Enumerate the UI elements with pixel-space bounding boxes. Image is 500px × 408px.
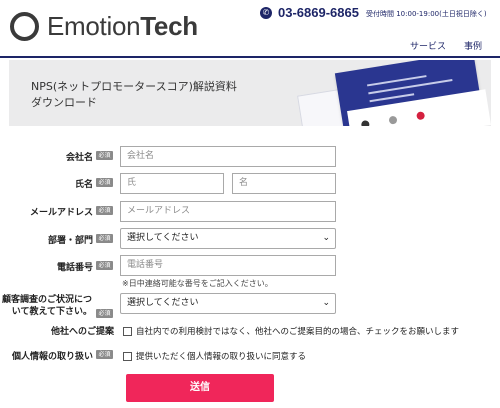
privacy-checkbox[interactable]	[123, 351, 132, 361]
required-badge: 必須	[96, 350, 113, 359]
other-proposal-label: 他社へのご提案	[50, 327, 114, 337]
privacy-text: 提供いただく個人情報の取り扱いに同意する	[136, 352, 307, 362]
required-badge: 必須	[96, 206, 113, 215]
phone-number: 03-6869-6865	[278, 5, 359, 20]
other-proposal-checkbox-row[interactable]: 自社内での利用検討ではなく、他社へのご提案目的の場合、チェックをお願いします	[123, 325, 459, 337]
header-divider	[0, 56, 500, 58]
chevron-down-icon: ⌄	[322, 298, 330, 308]
phone-label: 電話番号	[56, 263, 93, 273]
submit-button[interactable]: 送信	[126, 374, 274, 402]
chevron-down-icon: ⌄	[322, 233, 330, 243]
email-label: メールアドレス	[29, 208, 93, 218]
download-banner: NPS(ネットプロモータースコア)解説資料 ダウンロード	[9, 60, 491, 126]
company-input[interactable]: 会社名	[120, 146, 336, 167]
survey-status-select-value: 選択してください	[127, 298, 199, 308]
department-select-value: 選択してください	[127, 233, 199, 243]
required-badge: 必須	[96, 309, 113, 318]
required-badge: 必須	[96, 234, 113, 243]
nav-service[interactable]: サービス	[410, 39, 446, 52]
business-hours: 受付時間 10:00-19:00(土日祝日除く)	[366, 10, 487, 18]
required-badge: 必須	[96, 151, 113, 160]
department-label: 部署・部門	[47, 236, 93, 246]
survey-status-select[interactable]: 選択してください ⌄	[120, 293, 336, 314]
privacy-checkbox-row[interactable]: 提供いただく個人情報の取り扱いに同意する	[123, 350, 306, 362]
nav-cases[interactable]: 事例	[464, 39, 482, 52]
required-badge: 必須	[96, 178, 113, 187]
privacy-label: 個人情報の取り扱い	[11, 352, 93, 362]
other-proposal-text: 自社内での利用検討ではなく、他社へのご提案目的の場合、チェックをお願いします	[136, 327, 460, 337]
department-select[interactable]: 選択してください ⌄	[120, 228, 336, 249]
banner-title: NPS(ネットプロモータースコア)解説資料 ダウンロード	[31, 80, 237, 109]
phone-contact[interactable]: ✆ 03-6869-6865	[260, 5, 359, 20]
other-proposal-checkbox[interactable]	[123, 326, 132, 336]
required-badge: 必須	[96, 261, 113, 270]
name-label: 氏名	[74, 180, 93, 190]
phone-note: ※日中連絡可能な番号をご記入ください。	[122, 279, 273, 288]
last-name-input[interactable]: 氏	[120, 173, 224, 194]
emotiontech-logo[interactable]: EmotionTech	[10, 10, 198, 42]
phone-input[interactable]: 電話番号	[120, 255, 336, 276]
phone-icon: ✆	[260, 6, 272, 19]
survey-status-label: 顧客調査のご状況につ いて教えて下さい。	[1, 295, 92, 317]
email-input[interactable]: メールアドレス	[120, 201, 336, 222]
first-name-input[interactable]: 名	[232, 173, 336, 194]
company-label: 会社名	[65, 153, 93, 163]
logo-ring-icon	[10, 11, 39, 41]
logo-text: EmotionTech	[47, 10, 198, 41]
